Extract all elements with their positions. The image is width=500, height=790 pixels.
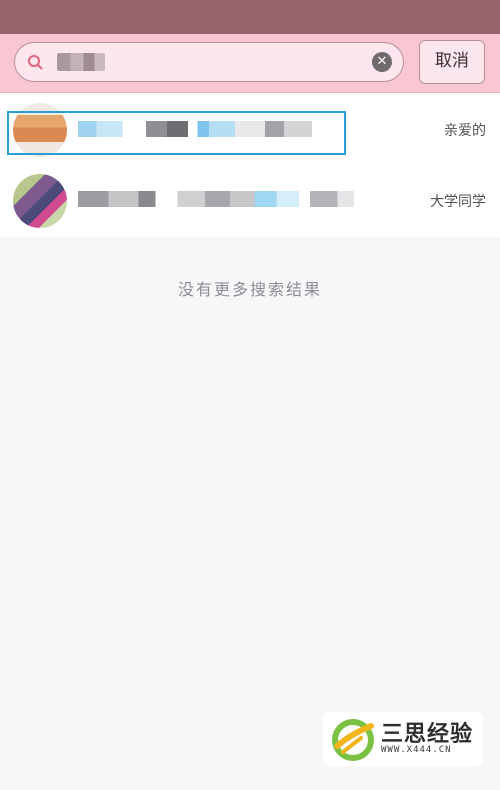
results-list: 亲爱的 大学同学 bbox=[0, 93, 500, 237]
list-item[interactable]: 大学同学 bbox=[0, 165, 500, 237]
watermark-logo: 三思经验 WWW.X444.CN bbox=[323, 712, 483, 766]
watermark-brand-text: 三思经验 bbox=[381, 722, 474, 747]
close-icon[interactable]: ✕ bbox=[372, 52, 392, 72]
search-input[interactable]: ✕ bbox=[14, 42, 404, 82]
search-icon bbox=[27, 54, 43, 70]
status-bar bbox=[0, 0, 500, 34]
no-more-results-text: 没有更多搜索结果 bbox=[177, 280, 322, 299]
contact-name bbox=[78, 191, 354, 207]
list-item[interactable]: 亲爱的 bbox=[0, 93, 500, 165]
selection-highlight bbox=[7, 111, 346, 155]
relation-label: 亲爱的 bbox=[444, 123, 486, 139]
search-header: ✕ 取消 bbox=[0, 34, 500, 93]
relation-label: 大学同学 bbox=[430, 194, 486, 210]
avatar bbox=[13, 174, 67, 228]
watermark-url-text: WWW.X444.CN bbox=[381, 745, 452, 755]
cancel-button[interactable]: 取消 bbox=[419, 40, 485, 84]
search-query-text[interactable] bbox=[57, 53, 105, 71]
brand-logo-icon bbox=[332, 719, 374, 761]
